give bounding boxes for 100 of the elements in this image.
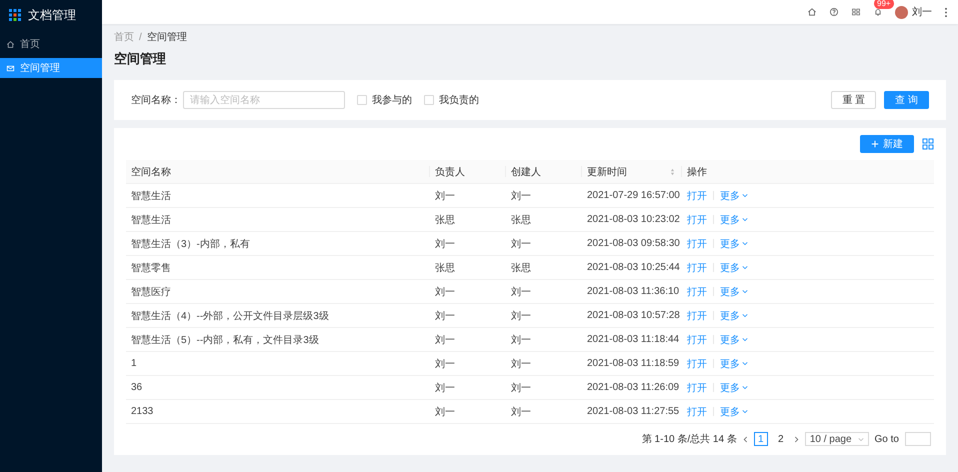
chevron-down-icon [742,361,748,366]
table-cell-text: 张思 [434,262,456,274]
sidebar-item[interactable]: 首页 [0,34,102,54]
pagination-summary: 第 1-10 条/总共 14 条 [642,432,737,446]
table-cell-text: 刘一 [434,382,456,394]
table-cell-text: 刘一 [434,310,456,322]
grid-view-icon[interactable] [922,138,934,150]
open-link[interactable]: 打开 [687,188,707,202]
user-avatar[interactable] [895,6,908,18]
breadcrumb-link[interactable]: 空间管理 [146,30,187,44]
more-link[interactable]: 更多 [720,308,748,322]
grid-icon[interactable] [851,7,861,17]
table-cell-text: 2021-08-03 11:18:59 [586,358,680,369]
more-link[interactable]: 更多 [720,332,748,346]
home-icon [6,40,15,48]
home-icon[interactable] [807,7,817,17]
help-icon[interactable] [829,7,839,17]
chevron-down-icon [742,385,748,390]
open-link[interactable]: 打开 [687,332,707,346]
column-header: 空间名称 [131,166,171,178]
field-label: 空间名称： [131,94,181,107]
table-cell-text: 2021-08-03 11:18:44 [586,334,680,345]
more-link[interactable]: 更多 [720,404,748,418]
user-name[interactable]: 刘一 [912,5,932,19]
more-vertical-icon[interactable] [944,6,948,18]
mail-icon [6,64,15,72]
new-button[interactable]: 新建 [860,135,914,153]
table-cell-text: 刘一 [434,238,456,250]
table-cell-text: 张思 [434,214,456,226]
table-cell-text: 刘一 [510,334,532,346]
table-cell-text: 2021-08-03 10:25:44 [586,262,681,273]
chevron-down-icon [742,313,748,318]
reset-button[interactable]: 重 置 [831,91,876,109]
goto-input[interactable] [905,432,931,446]
table-cell-text: 2133 [130,406,154,417]
more-link[interactable]: 更多 [720,284,748,298]
open-link[interactable]: 打开 [687,284,707,298]
page-number[interactable]: 1 [754,432,768,446]
table-cell-text: 刘一 [510,382,532,394]
more-link[interactable]: 更多 [720,260,748,274]
table-cell-text: 2021-08-03 10:23:02 [586,214,681,225]
table-cell-text: 36 [130,382,144,393]
table-cell-text: 智慧生活（4）--外部，公开文件目录层级3级 [130,310,330,322]
more-link[interactable]: 更多 [720,236,748,250]
chevron-down-icon [742,337,748,342]
search-button[interactable]: 查 询 [884,91,929,109]
open-link[interactable]: 打开 [687,260,707,274]
table-cell-text: 刘一 [510,238,532,250]
table-cell-text: 2021-08-03 09:58:30 [586,238,681,249]
table-cell-text: 智慧医疗 [130,286,172,298]
table-cell-text: 2021-08-03 11:27:55 [586,406,680,417]
chevron-down-icon [858,436,864,442]
chevron-down-icon [742,193,748,198]
checkbox[interactable] [424,95,434,105]
page-title: 空间管理 [114,50,167,68]
sidebar-item[interactable]: 空间管理 [0,58,102,78]
table-cell-text: 刘一 [510,190,532,202]
checkbox-label[interactable]: 我参与的 [372,93,412,107]
table-cell-text: 2021-08-03 11:36:10 [586,286,680,297]
open-link[interactable]: 打开 [687,380,707,394]
goto-label: Go to [874,434,899,444]
chevron-down-icon [742,265,748,270]
chevron-down-icon [742,241,748,246]
table-cell-text: 智慧生活（3）-内部，私有 [130,238,251,250]
table-cell-text: 1 [130,358,138,369]
table-cell-text: 刘一 [434,406,456,418]
table-cell-text: 刘一 [434,334,456,346]
breadcrumb-link[interactable]: 首页 [114,30,134,44]
more-link[interactable]: 更多 [720,356,748,370]
table-cell-text: 刘一 [510,310,532,322]
table-cell-text: 2021-07-29 16:57:00 [586,190,681,201]
column-header[interactable]: 更新时间 [587,164,627,178]
chevron-right-icon[interactable] [794,436,799,442]
table-cell-text: 2021-08-03 10:57:28 [586,310,681,321]
plus-icon [871,140,879,148]
open-link[interactable]: 打开 [687,308,707,322]
bell-icon[interactable] [873,7,883,17]
open-link[interactable]: 打开 [687,212,707,226]
notification-badge: 99+ [874,0,894,9]
checkbox-label[interactable]: 我负责的 [439,93,479,107]
table-cell-text: 刘一 [510,406,532,418]
more-link[interactable]: 更多 [720,188,748,202]
table-cell-text: 刘一 [510,358,532,370]
column-header: 操作 [687,166,707,178]
table-cell-text: 刘一 [434,358,456,370]
chevron-down-icon [742,409,748,414]
checkbox[interactable] [357,95,367,105]
space-name-input[interactable]: 请输入空间名称 [183,91,345,109]
column-header: 创建人 [511,166,541,178]
page-number[interactable]: 2 [774,432,788,446]
open-link[interactable]: 打开 [687,356,707,370]
breadcrumb-separator: / [139,32,142,42]
chevron-down-icon [742,289,748,294]
open-link[interactable]: 打开 [687,236,707,250]
chevron-left-icon[interactable] [742,436,748,442]
table-cell-text: 智慧生活 [130,214,172,226]
open-link[interactable]: 打开 [687,404,707,418]
page-size-select[interactable]: 10 / page [804,432,869,446]
more-link[interactable]: 更多 [720,380,748,394]
more-link[interactable]: 更多 [720,212,748,226]
